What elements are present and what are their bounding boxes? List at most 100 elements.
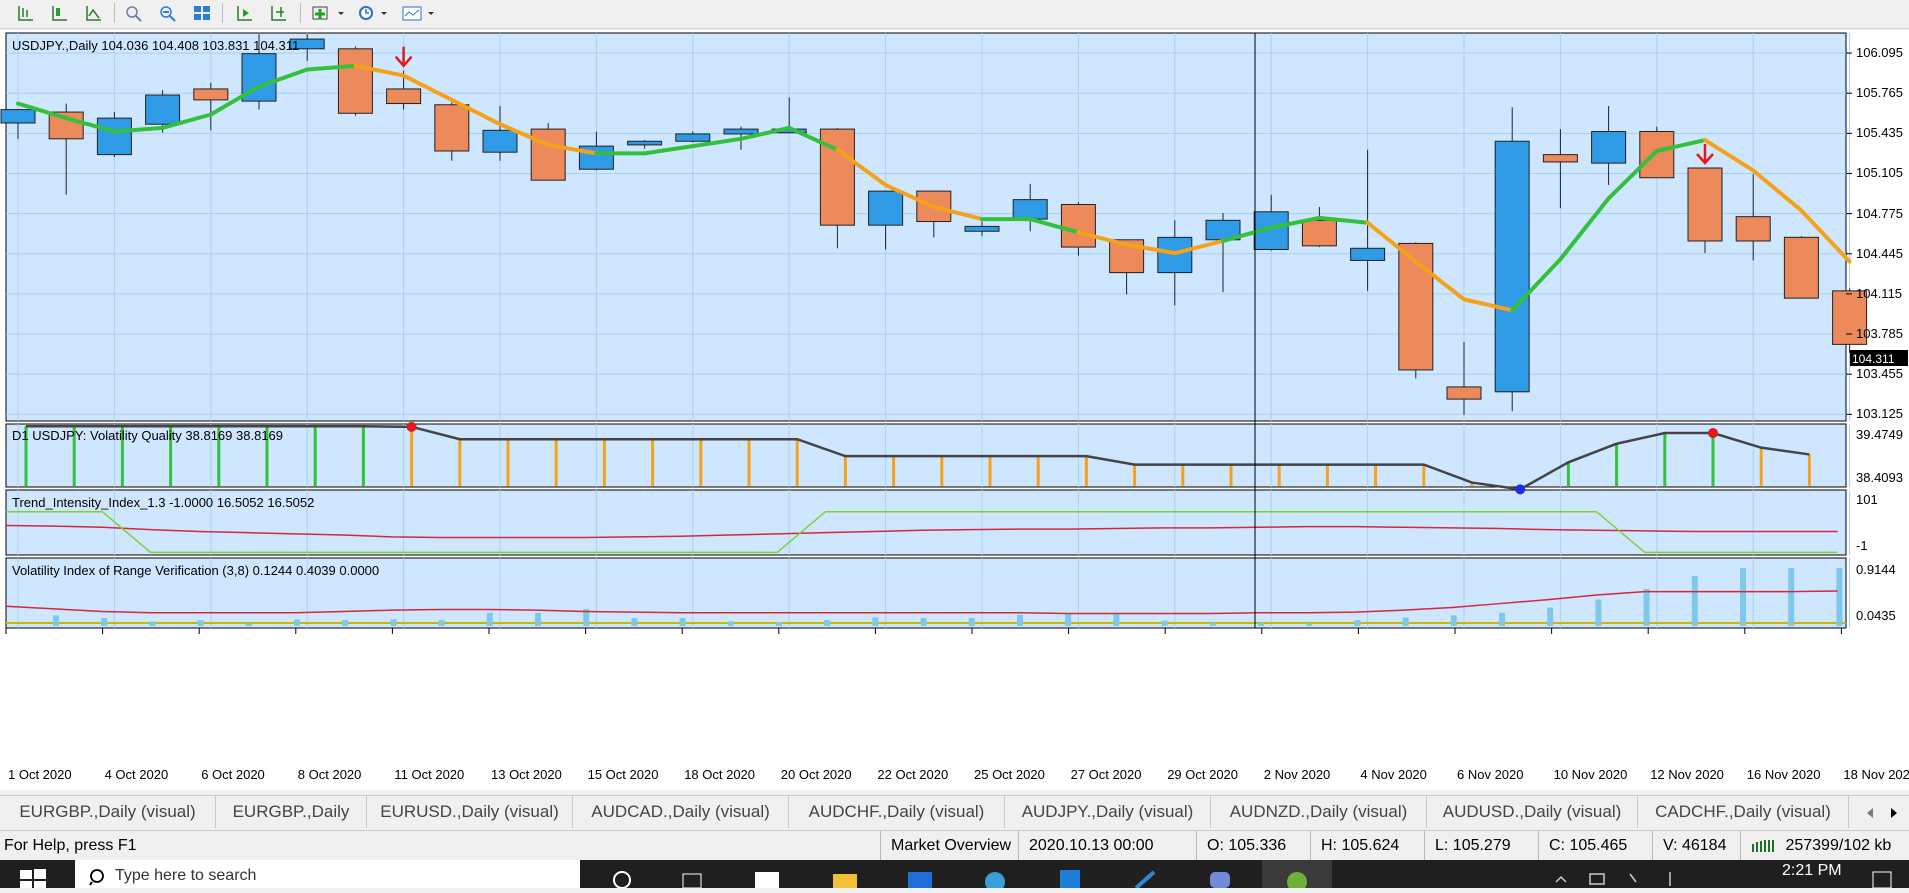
vi-histogram-bar: [390, 619, 397, 626]
chart-tabs: EURGBP.,Daily (visual) EURGBP.,Daily EUR…: [0, 795, 1909, 830]
taskbar-search-box[interactable]: Type here to search: [75, 860, 580, 888]
date-tick-label: 16 Nov 2020: [1746, 767, 1821, 782]
date-tick-label: 15 Oct 2020: [587, 767, 659, 782]
bull-candle: [1494, 140, 1530, 393]
tab-cadchf-visual[interactable]: CADCHF.,Daily (visual): [1638, 796, 1849, 828]
price-tick-label: 103.785: [1856, 326, 1903, 342]
tab-eurgbp[interactable]: EURGBP.,Daily: [216, 796, 367, 828]
vi-histogram-bar: [1595, 599, 1602, 626]
candlestick-icon[interactable]: [48, 2, 72, 24]
windows-taskbar: Type here to search 2:21 PM: [0, 860, 1909, 892]
tab-audnzd-visual[interactable]: AUDNZD.,Daily (visual): [1211, 796, 1427, 828]
bear-candle: [193, 88, 229, 101]
periods-icon[interactable]: [355, 2, 395, 24]
tab-audusd-visual[interactable]: AUDUSD.,Daily (visual): [1427, 796, 1638, 828]
notifications-icon[interactable]: [1870, 868, 1894, 893]
bear-candle: [434, 104, 470, 152]
tii-tick-label: -1: [1856, 538, 1868, 553]
cortana-icon[interactable]: [610, 868, 634, 893]
vi-histogram-bar: [727, 621, 734, 626]
vq-tick-label: 39.4749: [1856, 427, 1903, 442]
vi-histogram-bar: [1161, 620, 1168, 626]
price-tick-label: 104.115: [1856, 285, 1903, 301]
vq-blue-dot: [1515, 484, 1526, 495]
date-tick-label: 13 Oct 2020: [491, 767, 562, 782]
mail-icon[interactable]: [905, 866, 935, 893]
autoscroll-icon[interactable]: [267, 2, 291, 24]
vscode-icon[interactable]: [1130, 866, 1160, 893]
tab-audchf-visual[interactable]: AUDCHF.,Daily (visual): [789, 796, 1005, 828]
price-tick-label: 106.095: [1856, 45, 1903, 61]
bear-candle: [1301, 219, 1337, 247]
zoom-in-icon[interactable]: [122, 2, 146, 24]
bar-chart-icon[interactable]: [14, 2, 38, 24]
chart-window[interactable]: USDJPY.,Daily 104.036 104.408 103.831 10…: [0, 30, 1909, 790]
system-tray-icons[interactable]: [1550, 868, 1730, 893]
templates-icon[interactable]: [400, 2, 440, 24]
edge-icon[interactable]: [980, 866, 1010, 893]
bull-candle: [1012, 199, 1048, 220]
vq-indicator-label: D1 USDJPY: Volatility Quality 38.8169 38…: [12, 428, 283, 443]
chart-shift-icon[interactable]: [233, 2, 257, 24]
tab-scroll-left-icon[interactable]: [1858, 796, 1882, 828]
vi-tick-label: 0.0435: [1856, 608, 1896, 623]
toolbar: [0, 0, 1909, 29]
vi-histogram-bar: [1643, 589, 1650, 626]
task-view-icon[interactable]: [680, 868, 704, 893]
status-profile[interactable]: Market Overview: [880, 831, 1011, 861]
discord-icon[interactable]: [1205, 866, 1235, 893]
vi-histogram-bar: [968, 618, 975, 626]
metatrader-icon[interactable]: [1055, 866, 1085, 893]
chart-canvas[interactable]: [0, 30, 1909, 790]
bull-candle: [675, 133, 711, 142]
vi-histogram-bar: [872, 617, 879, 626]
tab-scroll-right-icon[interactable]: [1882, 796, 1906, 828]
indicators-icon[interactable]: [310, 2, 350, 24]
price-tick-label: 105.765: [1856, 85, 1903, 101]
vi-histogram-bar: [342, 620, 349, 626]
tab-audcad-visual[interactable]: AUDCAD.,Daily (visual): [573, 796, 789, 828]
bull-candle: [1350, 247, 1386, 261]
bear-candle: [1783, 236, 1819, 299]
vi-histogram-bar: [1017, 614, 1023, 626]
price-tick-label: 104.775: [1856, 205, 1903, 221]
bull-candle: [1591, 131, 1627, 164]
zoom-out-icon[interactable]: [156, 2, 180, 24]
date-tick-label: 11 Oct 2020: [394, 767, 465, 782]
store-icon[interactable]: [752, 866, 782, 893]
date-tick-label: 8 Oct 2020: [297, 767, 362, 782]
vi-histogram-bar: [1499, 612, 1505, 626]
vi-histogram-bar: [631, 618, 638, 626]
date-tick-label: 20 Oct 2020: [780, 767, 852, 782]
vi-histogram-bar: [1836, 567, 1843, 626]
vi-histogram-bar: [920, 618, 927, 626]
active-app-icon[interactable]: [1262, 860, 1332, 888]
vi-histogram-bar: [1740, 567, 1746, 626]
file-explorer-icon[interactable]: [830, 866, 860, 893]
line-chart-icon[interactable]: [82, 2, 106, 24]
date-tick-label: 4 Oct 2020: [104, 767, 169, 782]
tab-eurusd-visual[interactable]: EURUSD.,Daily (visual): [367, 796, 573, 828]
tab-audjpy-visual[interactable]: AUDJPY.,Daily (visual): [1005, 796, 1211, 828]
toolbar-separator: [114, 3, 115, 23]
bull-candle: [627, 140, 663, 146]
status-traffic: 257399/102 kb: [1740, 831, 1891, 861]
windows-start-icon[interactable]: [20, 868, 46, 893]
bear-candle: [386, 88, 422, 105]
tile-windows-icon[interactable]: [190, 2, 214, 24]
vq-red-dot: [406, 421, 417, 432]
vi-histogram-bar: [1402, 617, 1409, 626]
status-close: C: 105.465: [1538, 831, 1627, 861]
tab-eurgbp-visual[interactable]: EURGBP.,Daily (visual): [0, 796, 216, 828]
bull-candle: [868, 190, 904, 226]
toolbar-separator: [222, 3, 223, 23]
toolbar-separator: [300, 3, 301, 23]
tii-tick-label: 101: [1856, 492, 1878, 507]
date-tick-label: 25 Oct 2020: [974, 767, 1045, 782]
vi-histogram-bar: [1065, 614, 1072, 626]
date-tick-label: 6 Nov 2020: [1457, 767, 1524, 782]
bull-candle: [482, 129, 518, 153]
vi-histogram-bar: [1258, 622, 1264, 626]
date-tick-label: 29 Oct 2020: [1167, 767, 1239, 782]
date-tick-label: 1 Oct 2020: [8, 767, 72, 782]
